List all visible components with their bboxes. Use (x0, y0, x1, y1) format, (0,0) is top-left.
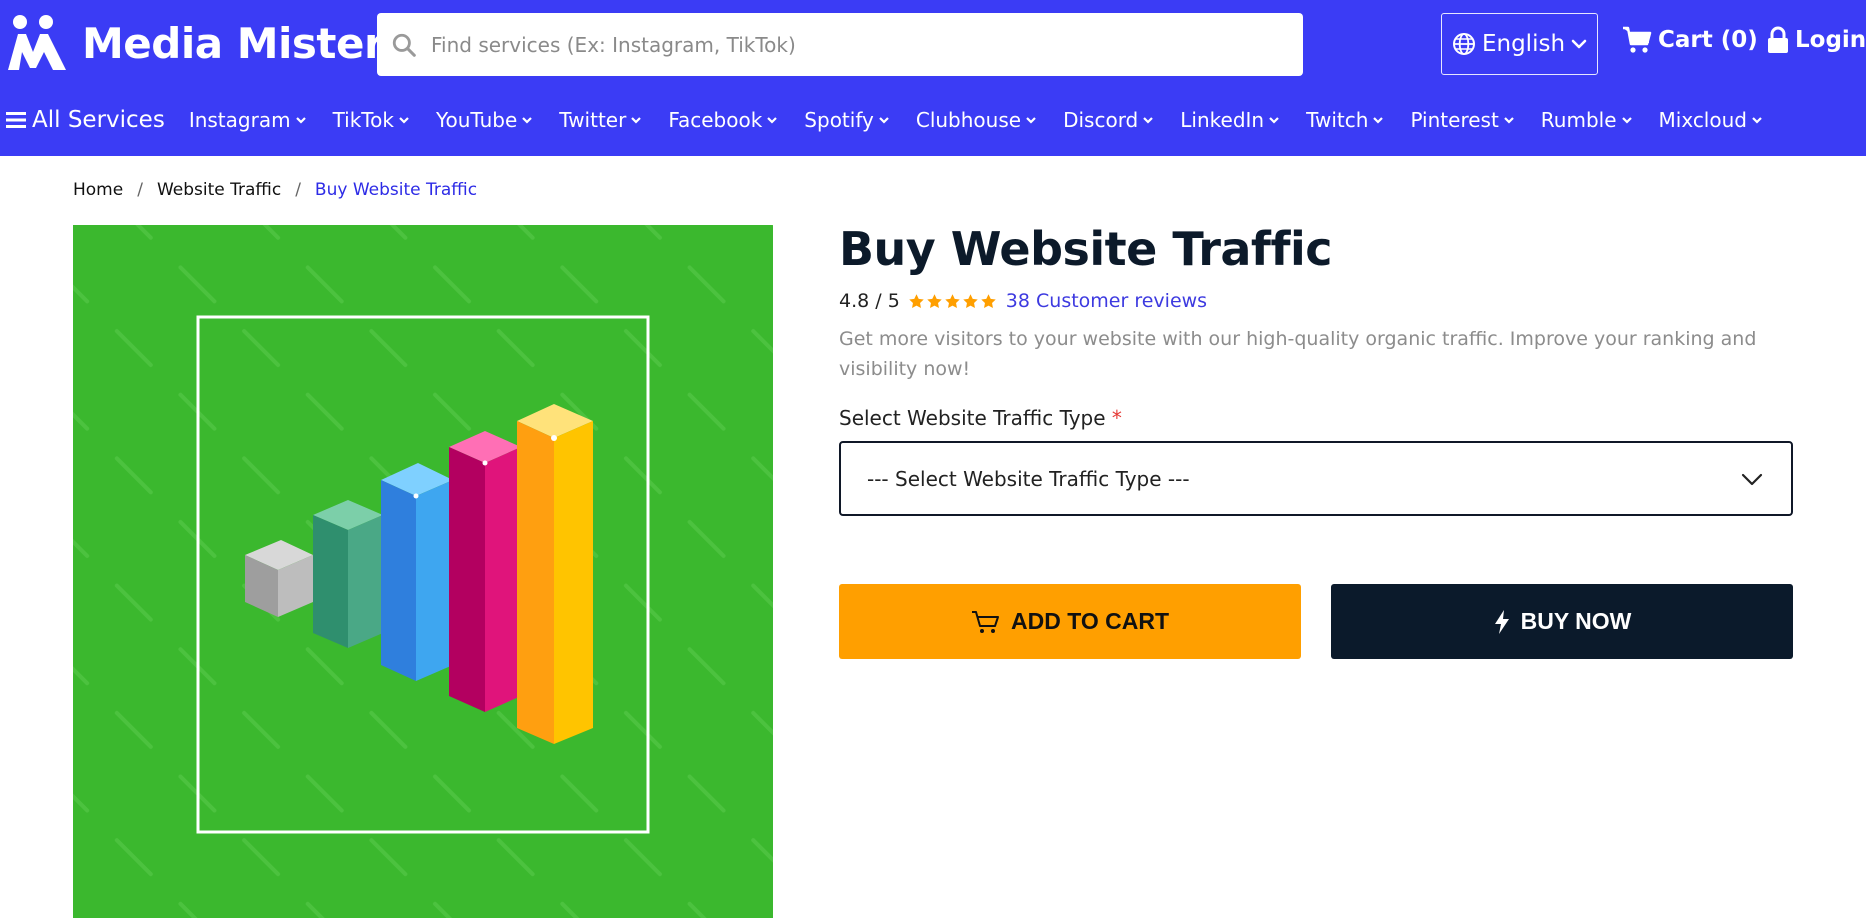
nav-item-pinterest[interactable]: Pinterest (1410, 108, 1514, 132)
nav-item-label: Twitter (559, 108, 627, 132)
nav-item-mixcloud[interactable]: Mixcloud (1659, 108, 1763, 132)
chevron-down-icon (1621, 117, 1632, 124)
rating-score: 4.8 / 5 (839, 290, 900, 312)
chevron-down-icon (399, 117, 409, 124)
product-description: Get more visitors to your website with o… (839, 328, 1757, 380)
chevron-down-icon (631, 117, 642, 124)
traffic-type-label: Select Website Traffic Type * (839, 406, 1122, 430)
logo-icon (8, 15, 66, 70)
breadcrumb-separator: / (295, 180, 301, 200)
breadcrumb-separator: / (137, 180, 143, 200)
login-link[interactable]: Login (1767, 26, 1866, 54)
chevron-down-icon (1143, 117, 1154, 124)
chevron-down-icon (1741, 473, 1763, 485)
nav-item-youtube[interactable]: YouTube (436, 108, 533, 132)
nav-item-label: Twitch (1306, 108, 1369, 132)
search-icon (392, 33, 416, 57)
buy-now-button[interactable]: BUY NOW (1331, 584, 1793, 659)
nav-item-label: Facebook (668, 108, 763, 132)
nav-item-label: Instagram (188, 108, 291, 132)
buy-now-label: BUY NOW (1520, 608, 1632, 634)
cart-icon (1623, 26, 1652, 53)
chevron-down-icon (1504, 117, 1514, 124)
breadcrumb: Home / Website Traffic / Buy Website Tra… (73, 180, 477, 200)
product-image (73, 225, 773, 918)
star-icon (927, 293, 942, 308)
chevron-down-icon (879, 117, 889, 124)
logo[interactable]: Media Mister (6, 12, 385, 74)
search-input[interactable] (431, 32, 1291, 57)
nav-item-facebook[interactable]: Facebook (668, 108, 778, 132)
star-icon (963, 293, 978, 308)
nav-item-label: Discord (1063, 108, 1139, 132)
star-icon (981, 293, 996, 308)
site-header: Media Mister English Cart (0) (0, 0, 1866, 156)
chevron-down-icon (522, 117, 533, 124)
chevron-down-icon (1571, 39, 1587, 49)
nav-item-label: Rumble (1540, 108, 1617, 132)
menu-icon (6, 112, 26, 128)
nav-item-spotify[interactable]: Spotify (804, 108, 890, 132)
bolt-icon (1494, 609, 1509, 634)
login-label: Login (1795, 27, 1866, 53)
nav-item-label: TikTok (332, 108, 394, 132)
traffic-type-label-text: Select Website Traffic Type (839, 406, 1106, 430)
nav-item-rumble[interactable]: Rumble (1541, 108, 1633, 132)
chevron-down-icon (1026, 117, 1036, 124)
required-mark: * (1111, 406, 1122, 430)
nav-item-label: Mixcloud (1658, 108, 1747, 132)
product-rating: 4.8 / 5 38 Customer reviews (839, 290, 1207, 312)
main-nav: All Services Instagram TikTok YouTube Tw… (6, 102, 1789, 138)
language-selector[interactable]: English (1441, 13, 1598, 75)
language-label: English (1481, 31, 1566, 57)
bar-graph-illustration (73, 225, 773, 918)
cart-label: Cart (0) (1658, 27, 1758, 53)
nav-item-label: Clubhouse (915, 108, 1022, 132)
cart-outline-icon (971, 610, 999, 633)
nav-item-twitter[interactable]: Twitter (559, 108, 642, 132)
nav-item-label: Spotify (804, 108, 874, 132)
cart-link[interactable]: Cart (0) (1622, 26, 1758, 54)
all-services-menu[interactable]: All Services (6, 107, 165, 133)
nav-item-tiktok[interactable]: TikTok (333, 108, 410, 132)
search-bar[interactable] (377, 13, 1303, 76)
nav-item-label: Pinterest (1410, 108, 1499, 132)
reviews-link[interactable]: 38 Customer reviews (1006, 290, 1207, 312)
page-title: Buy Website Traffic (839, 222, 1333, 276)
nav-item-discord[interactable]: Discord (1063, 108, 1154, 132)
globe-icon (1452, 33, 1475, 55)
chevron-down-icon (1269, 117, 1279, 124)
nav-item-twitch[interactable]: Twitch (1306, 108, 1384, 132)
add-to-cart-button[interactable]: ADD TO CART (839, 584, 1301, 659)
add-to-cart-label: ADD TO CART (1010, 608, 1169, 634)
breadcrumb-home[interactable]: Home (73, 180, 123, 200)
traffic-type-select-value: --- Select Website Traffic Type --- (867, 466, 1190, 491)
traffic-type-select[interactable]: --- Select Website Traffic Type --- (839, 441, 1793, 516)
star-icon (909, 293, 924, 308)
chevron-down-icon (1373, 117, 1384, 124)
breadcrumb-website-traffic[interactable]: Website Traffic (157, 180, 281, 200)
chevron-down-icon (767, 117, 778, 124)
nav-item-label: LinkedIn (1180, 108, 1265, 132)
nav-item-linkedin[interactable]: LinkedIn (1180, 108, 1280, 132)
all-services-label: All Services (32, 107, 165, 133)
star-rating (908, 293, 998, 310)
lock-icon (1768, 26, 1788, 53)
star-icon (945, 293, 960, 308)
nav-item-instagram[interactable]: Instagram (189, 108, 307, 132)
nav-item-clubhouse[interactable]: Clubhouse (916, 108, 1037, 132)
chevron-down-icon (1752, 117, 1762, 124)
nav-item-label: YouTube (435, 108, 518, 132)
brand-name: Media Mister (82, 18, 385, 68)
chevron-down-icon (295, 117, 306, 124)
breadcrumb-current: Buy Website Traffic (314, 180, 478, 200)
